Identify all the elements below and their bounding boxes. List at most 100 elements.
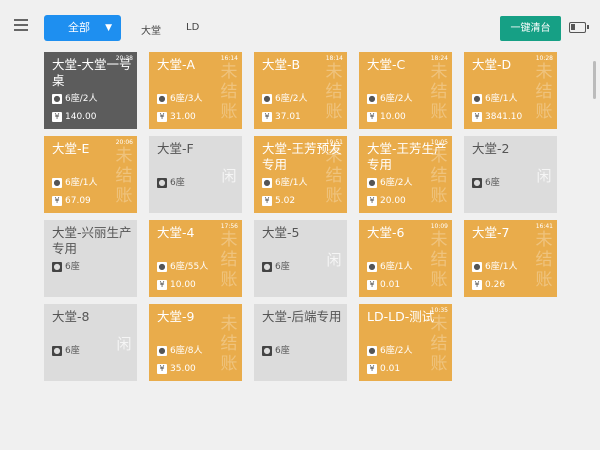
- yen-icon: ¥: [157, 112, 167, 122]
- table-seats: ● 6座/1人: [367, 262, 413, 273]
- table-seats: ● 6座/2人: [367, 346, 413, 357]
- scrollbar[interactable]: [593, 61, 596, 99]
- table-seats: ● 6座/1人: [52, 178, 98, 189]
- yen-icon: ¥: [262, 112, 272, 122]
- table-seats-text: 6座/2人: [380, 94, 413, 104]
- table-name: 大堂-C: [367, 57, 406, 72]
- yen-icon: ¥: [157, 280, 167, 290]
- table-card[interactable]: 闲 大堂-8 ● 6座: [44, 304, 137, 381]
- table-amount: ¥0.01: [367, 364, 400, 375]
- table-amount: ¥5.02: [262, 196, 295, 207]
- status-watermark: 闲: [326, 251, 342, 269]
- table-amount-text: 5.02: [275, 196, 296, 206]
- person-icon: ●: [472, 178, 482, 188]
- tab-ld[interactable]: LD: [186, 22, 199, 33]
- table-seats-text: 6座/1人: [485, 94, 518, 104]
- table-seats: ● 6座/1人: [472, 94, 518, 105]
- table-seats-text: 6座: [275, 346, 290, 356]
- table-seats-text: 6座/1人: [380, 262, 413, 272]
- battery-icon: [569, 22, 589, 33]
- table-card[interactable]: 未结账 大堂-9 ● 6座/8人 ¥35.00: [149, 304, 242, 381]
- table-name: 大堂-E: [52, 141, 90, 156]
- table-card[interactable]: 大堂-后端专用 ● 6座: [254, 304, 347, 381]
- yen-icon: ¥: [367, 196, 377, 206]
- person-icon: ●: [52, 346, 62, 356]
- table-amount-text: 35.00: [170, 364, 196, 374]
- table-amount-text: 3841.10: [485, 112, 523, 122]
- table-name: LD-LD-测试: [367, 309, 435, 324]
- person-icon: ●: [52, 94, 62, 104]
- table-card[interactable]: 未结账 20:06 大堂-E ● 6座/1人 ¥67.09: [44, 136, 137, 213]
- status-watermark: 闲: [221, 167, 237, 185]
- table-name: 大堂-8: [52, 309, 90, 324]
- person-icon: ●: [367, 94, 377, 104]
- table-card[interactable]: 闲 大堂-5 ● 6座: [254, 220, 347, 297]
- table-card[interactable]: 大堂-兴丽生产专用 ● 6座: [44, 220, 137, 297]
- table-amount: ¥140.00: [52, 112, 97, 123]
- status-watermark: 闲: [536, 167, 552, 185]
- table-card[interactable]: 20:38 大堂-大堂一号桌 ● 6座/2人 ¥140.00: [44, 52, 137, 129]
- table-amount: ¥37.01: [262, 112, 301, 123]
- person-icon: ●: [262, 178, 272, 188]
- table-amount-text: 10.00: [170, 280, 196, 290]
- table-card[interactable]: 闲 大堂-F ● 6座: [149, 136, 242, 213]
- table-amount: ¥3841.10: [472, 112, 522, 123]
- table-card[interactable]: 未结账 16:41 大堂-7 ● 6座/1人 ¥0.26: [464, 220, 557, 297]
- table-seats: ● 6座: [262, 346, 290, 357]
- table-amount: ¥10.00: [367, 112, 406, 123]
- person-icon: ●: [262, 262, 272, 272]
- yen-icon: ¥: [472, 112, 482, 122]
- table-amount-text: 37.01: [275, 112, 301, 122]
- person-icon: ●: [367, 262, 377, 272]
- table-seats-text: 6座/2人: [65, 94, 98, 104]
- table-card[interactable]: 未结账 10:09 大堂-6 ● 6座/1人 ¥0.01: [359, 220, 452, 297]
- person-icon: ●: [367, 346, 377, 356]
- table-seats-text: 6座: [485, 178, 500, 188]
- table-name: 大堂-D: [472, 57, 512, 72]
- menu-icon[interactable]: [14, 19, 28, 31]
- caret-down-icon: ▼: [105, 23, 112, 33]
- table-seats-text: 6座: [170, 178, 185, 188]
- clear-all-tables-button[interactable]: 一键清台: [500, 16, 561, 41]
- table-amount: ¥0.01: [367, 280, 400, 291]
- table-seats: ● 6座/1人: [262, 178, 308, 189]
- table-card[interactable]: 未结账 18:14 大堂-B ● 6座/2人 ¥37.01: [254, 52, 347, 129]
- area-filter-dropdown[interactable]: 全部 ▼: [44, 15, 121, 41]
- table-seats: ● 6座: [262, 262, 290, 273]
- table-card[interactable]: 未结账 10:28 大堂-D ● 6座/1人 ¥3841.10: [464, 52, 557, 129]
- table-card[interactable]: 未结账 16:14 大堂-A ● 6座/3人 ¥31.00: [149, 52, 242, 129]
- person-icon: ●: [157, 94, 167, 104]
- table-seats: ● 6座: [157, 178, 185, 189]
- yen-icon: ¥: [367, 112, 377, 122]
- table-name: 大堂-5: [262, 225, 300, 240]
- person-icon: ●: [52, 178, 62, 188]
- table-amount-text: 0.01: [380, 364, 401, 374]
- table-seats: ● 6座/2人: [367, 94, 413, 105]
- table-card[interactable]: 闲 大堂-2 ● 6座: [464, 136, 557, 213]
- yen-icon: ¥: [52, 112, 62, 122]
- table-card[interactable]: 未结账 19:51 大堂-王芳预发专用 ● 6座/1人 ¥5.02: [254, 136, 347, 213]
- yen-icon: ¥: [472, 280, 482, 290]
- table-amount-text: 20.00: [380, 196, 406, 206]
- table-seats: ● 6座/2人: [262, 94, 308, 105]
- tab-dating[interactable]: 大堂: [141, 22, 161, 37]
- table-card[interactable]: 未结账 10:05 大堂-王芳生产专用 ● 6座/2人 ¥20.00: [359, 136, 452, 213]
- table-name: 大堂-后端专用: [262, 309, 342, 324]
- table-card[interactable]: 未结账 17:56 大堂-4 ● 6座/55人 ¥10.00: [149, 220, 242, 297]
- table-seats-text: 6座: [275, 262, 290, 272]
- table-name: 大堂-王芳生产专用: [367, 141, 447, 172]
- table-seats: ● 6座/8人: [157, 346, 203, 357]
- table-card[interactable]: 未结账 18:24 大堂-C ● 6座/2人 ¥10.00: [359, 52, 452, 129]
- area-filter-label: 全部: [68, 21, 90, 34]
- table-name: 大堂-7: [472, 225, 510, 240]
- table-name: 大堂-6: [367, 225, 405, 240]
- table-seats-text: 6座/55人: [170, 262, 209, 272]
- table-seats: ● 6座/55人: [157, 262, 208, 273]
- table-name: 大堂-4: [157, 225, 195, 240]
- table-seats-text: 6座/2人: [275, 94, 308, 104]
- table-card[interactable]: 未结账 10:35 LD-LD-测试 ● 6座/2人 ¥0.01: [359, 304, 452, 381]
- person-icon: ●: [472, 262, 482, 272]
- yen-icon: ¥: [52, 196, 62, 206]
- yen-icon: ¥: [367, 364, 377, 374]
- table-name: 大堂-王芳预发专用: [262, 141, 342, 172]
